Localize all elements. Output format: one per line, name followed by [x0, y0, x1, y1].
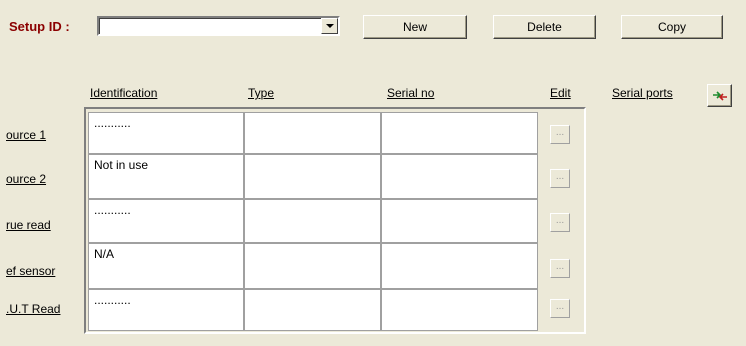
- device-grid: ........... ... Not in use ... .........…: [84, 107, 586, 334]
- cell-identification[interactable]: Not in use: [88, 154, 244, 199]
- cell-type[interactable]: [244, 112, 381, 154]
- edit-button[interactable]: ...: [550, 299, 570, 318]
- delete-button[interactable]: Delete: [493, 15, 596, 39]
- copy-button[interactable]: Copy: [621, 15, 723, 39]
- cell-serial-no[interactable]: [381, 243, 538, 289]
- edit-button[interactable]: ...: [550, 213, 570, 232]
- refresh-serial-ports-button[interactable]: [707, 84, 732, 107]
- cell-serial-no[interactable]: [381, 199, 538, 243]
- setup-id-combobox[interactable]: [97, 16, 340, 36]
- column-header-edit[interactable]: Edit: [550, 86, 571, 100]
- new-button[interactable]: New: [363, 15, 467, 39]
- setup-id-label: Setup ID :: [9, 19, 70, 34]
- row-label-true-read[interactable]: rue read: [6, 218, 51, 232]
- chevron-down-icon: [325, 24, 334, 28]
- refresh-icon: [712, 90, 727, 101]
- cell-identification[interactable]: ...........: [88, 199, 244, 243]
- setup-id-dropdown-button[interactable]: [321, 18, 338, 34]
- cell-identification[interactable]: ...........: [88, 112, 244, 154]
- cell-type[interactable]: [244, 289, 381, 331]
- column-header-serial-no[interactable]: Serial no: [387, 86, 434, 100]
- row-label-ref-sensor[interactable]: ef sensor: [6, 264, 55, 278]
- column-header-identification[interactable]: Identification: [90, 86, 157, 100]
- row-label-source-2[interactable]: ource 2: [6, 172, 46, 186]
- cell-type[interactable]: [244, 243, 381, 289]
- column-header-type[interactable]: Type: [248, 86, 274, 100]
- cell-serial-no[interactable]: [381, 154, 538, 199]
- serial-ports-link[interactable]: Serial ports: [612, 86, 673, 100]
- edit-button[interactable]: ...: [550, 125, 570, 144]
- edit-button[interactable]: ...: [550, 259, 570, 278]
- row-label-dut-read[interactable]: .U.T Read: [6, 302, 60, 316]
- cell-type[interactable]: [244, 199, 381, 243]
- cell-identification[interactable]: ...........: [88, 289, 244, 331]
- cell-serial-no[interactable]: [381, 289, 538, 331]
- cell-identification[interactable]: N/A: [88, 243, 244, 289]
- edit-button[interactable]: ...: [550, 169, 570, 188]
- cell-type[interactable]: [244, 154, 381, 199]
- row-label-source-1[interactable]: ource 1: [6, 128, 46, 142]
- cell-serial-no[interactable]: [381, 112, 538, 154]
